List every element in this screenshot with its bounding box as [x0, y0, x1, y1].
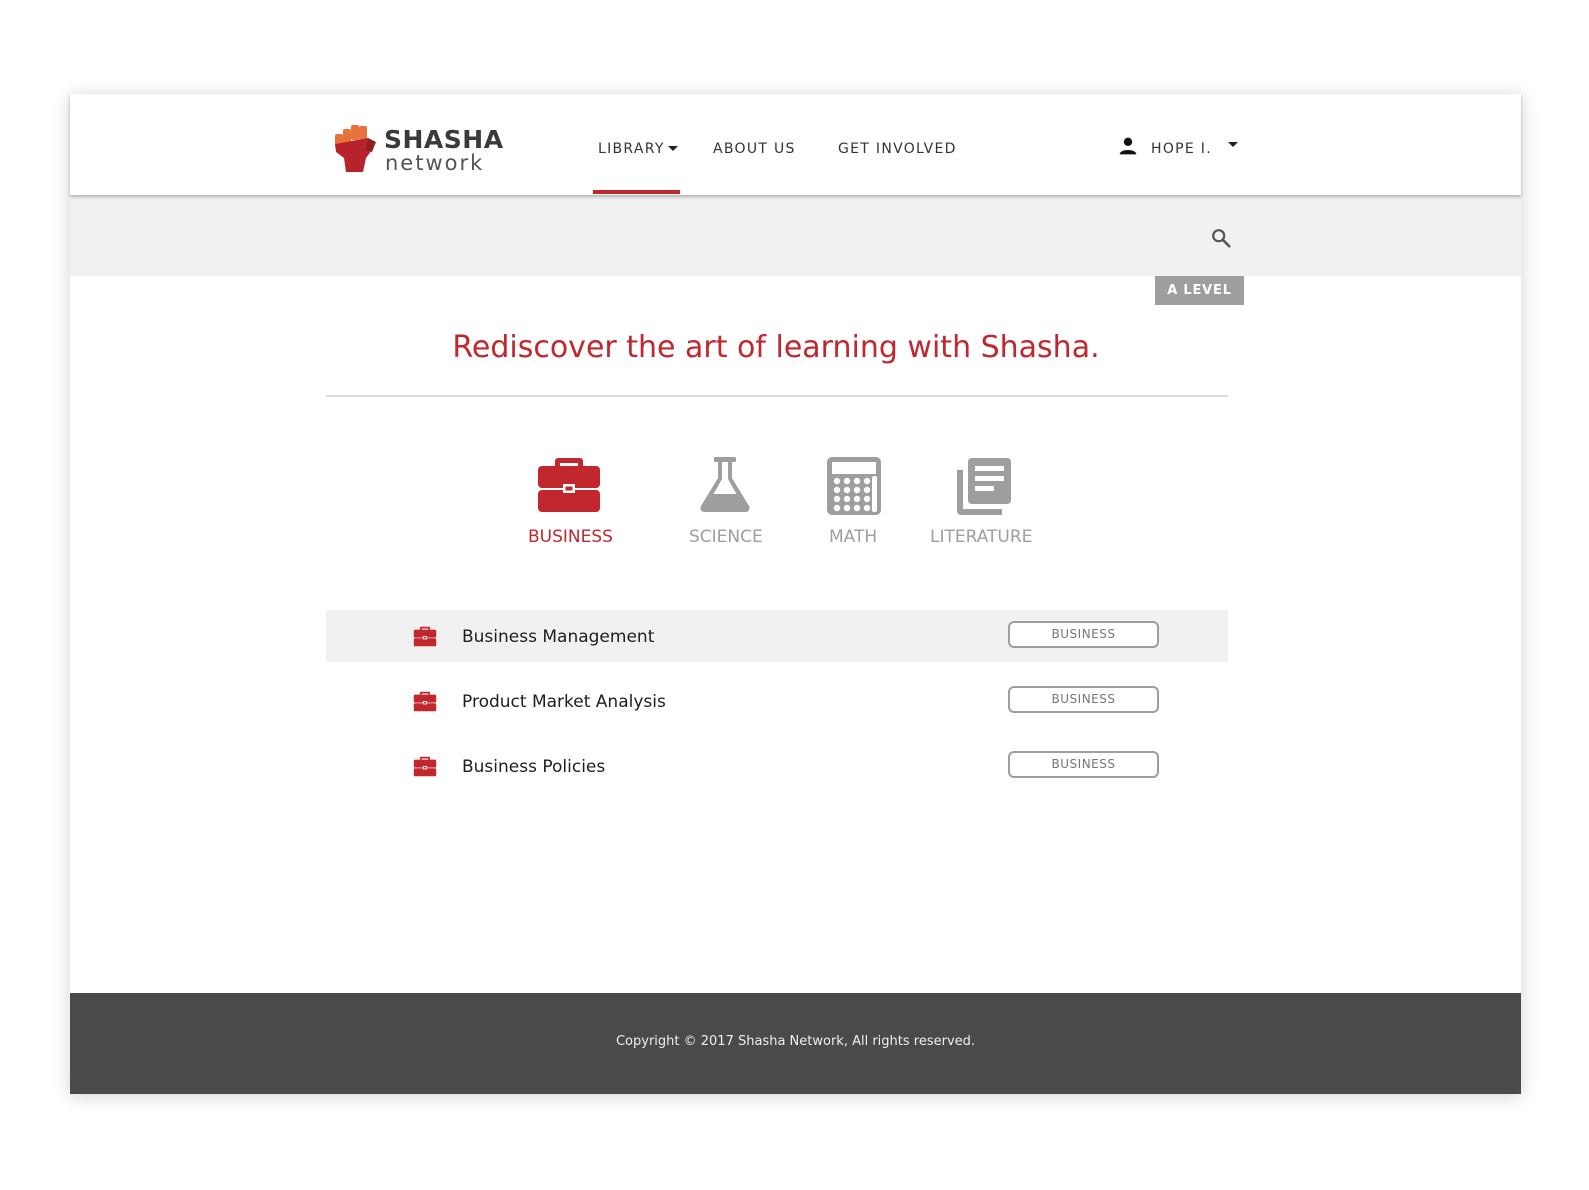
user-name: HOPE I.: [1151, 141, 1212, 157]
course-title: Product Market Analysis: [462, 692, 666, 712]
app-window: SHASHA network LIBRARY ABOUT US GET INVO…: [70, 94, 1521, 1094]
briefcase-icon: [538, 458, 600, 512]
brand-logo[interactable]: SHASHA network: [332, 120, 503, 178]
copyright-text: Copyright © 2017 Shasha Network, All rig…: [615, 1034, 976, 1049]
briefcase-icon: [413, 626, 437, 647]
category-tag: BUSINESS: [1008, 751, 1159, 778]
category-math-label: MATH: [829, 527, 878, 547]
category-science-label: SCIENCE: [689, 527, 763, 547]
course-row[interactable]: Product Market Analysis BUSINESS: [326, 675, 1228, 727]
category-tag: BUSINESS: [1008, 686, 1159, 713]
course-row[interactable]: Business Policies BUSINESS: [326, 740, 1228, 792]
course-title: Business Policies: [462, 757, 606, 777]
category-tag: BUSINESS: [1008, 621, 1159, 648]
search-bar: [70, 195, 1521, 276]
divider: [326, 395, 1228, 397]
category-business-label: BUSINESS: [528, 527, 613, 547]
nav-about-us[interactable]: ABOUT US: [713, 140, 796, 158]
briefcase-icon: [413, 756, 437, 777]
chevron-down-icon: [1228, 142, 1238, 147]
fist-logo-icon: [335, 125, 376, 172]
nav-library[interactable]: LIBRARY: [598, 140, 678, 158]
brand-subtitle: network: [385, 151, 485, 175]
course-row[interactable]: Business Management BUSINESS: [326, 610, 1228, 662]
top-header: SHASHA network LIBRARY ABOUT US GET INVO…: [70, 94, 1521, 195]
course-title: Business Management: [462, 627, 655, 647]
category-literature-label: LITERATURE: [930, 527, 1033, 547]
flask-icon: [700, 457, 750, 513]
footer: Copyright © 2017 Shasha Network, All rig…: [70, 993, 1521, 1094]
calculator-icon: [827, 457, 881, 515]
brand-name: SHASHA: [384, 125, 504, 154]
active-nav-indicator: [593, 190, 680, 194]
person-icon: [1119, 137, 1137, 155]
search-icon[interactable]: [1210, 227, 1232, 249]
briefcase-icon: [413, 691, 437, 712]
nav-get-involved[interactable]: GET INVOLVED: [838, 140, 957, 158]
user-menu[interactable]: HOPE I.: [1118, 136, 1248, 160]
chevron-down-icon: [668, 146, 678, 151]
library-books-icon: [957, 458, 1011, 515]
page-headline: Rediscover the art of learning with Shas…: [452, 330, 1100, 365]
level-badge[interactable]: A LEVEL: [1155, 276, 1244, 305]
nav-library-label: LIBRARY: [598, 141, 665, 157]
